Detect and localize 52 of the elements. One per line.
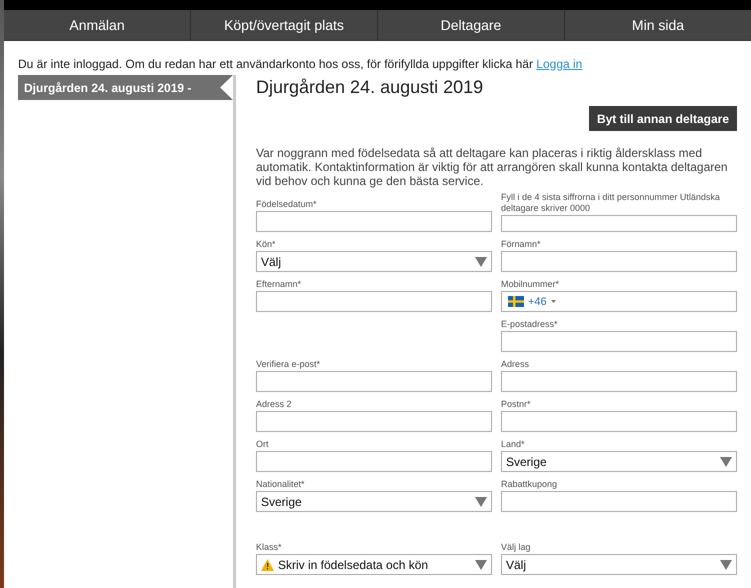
warning-icon [261,558,274,570]
field-label: Förnamn* [501,239,542,250]
input-field[interactable] [256,411,492,432]
input-field[interactable] [501,371,737,392]
field-label: Verifiera e-post* [256,359,322,370]
field-label: Land* [501,439,526,450]
nav-item[interactable]: Min sida [565,10,751,40]
dropdown-caret-icon [550,300,556,303]
field-label: Välj lag [501,542,532,553]
dropdown-caret-icon [720,560,732,570]
dropdown-caret-icon [475,560,487,570]
field-label: Postnr* [501,399,532,410]
field-label: Adress 2 [256,399,293,410]
field-label: Fyll i de 4 sista siffrorna i ditt personnummer Utländska deltagare skriver 0000 [501,192,721,214]
intro-text: Var noggrann med födelsedata så att deltagare kan placeras i riktig åldersklass med automatik. Kontaktinformation är viktig för att arrangören skall kunna kontakta deltagaren vid behov och kunna ge den bästa service. [256,146,729,188]
dropdown-field[interactable]: Skriv in födelsedata och kön [256,554,492,575]
dropdown-field[interactable]: Välj [256,251,492,272]
dropdown-field[interactable]: Sverige [256,491,492,512]
field-label: Ort [256,439,270,450]
field-label: Klass* [256,542,283,553]
input-field[interactable] [256,451,492,472]
field-label: E-postadress* [501,319,559,330]
dropdown-field[interactable]: Välj [501,554,737,575]
field-label: Födelsedatum* [256,199,318,210]
field-label: Rabattkupong [501,479,558,490]
login-notice: Du är inte inloggad. Om du redan har ett användarkonto hos oss, för förifyllda uppgifter klicka här Logga in [18,57,584,71]
flag-icon [508,296,524,307]
phone-field[interactable]: +46 [501,291,737,312]
nav-item[interactable]: Köpt/övertagit plats [191,10,378,40]
input-field[interactable] [501,411,737,432]
field-label: Adress [501,359,530,370]
input-field[interactable] [256,291,492,312]
input-field[interactable] [501,491,737,512]
input-field[interactable] [501,215,737,232]
input-field[interactable] [256,211,492,232]
input-field[interactable] [501,251,737,272]
nav-item[interactable]: Anmälan [4,10,191,40]
dropdown-caret-icon [720,456,732,466]
dropdown-caret-icon [475,256,487,266]
input-field[interactable] [501,331,737,352]
dropdown-caret-icon [475,496,487,506]
sidebar-tab[interactable]: Djurgården 24. augusti 2019 - [18,75,233,100]
input-field[interactable] [256,371,492,392]
switch-participant-button[interactable]: Byt till annan deltagare [588,106,737,131]
login-link[interactable]: Logga in [536,57,582,71]
field-label: Efternamn* [256,279,302,290]
field-label: Nationalitet* [256,479,306,490]
field-label: Kön* [256,239,277,250]
nav-item[interactable]: Deltagare [378,10,565,40]
dropdown-field[interactable]: Sverige [501,451,737,472]
page-title: Djurgården 24. augusti 2019 [256,77,484,98]
field-label: Mobilnummer* [501,279,560,290]
